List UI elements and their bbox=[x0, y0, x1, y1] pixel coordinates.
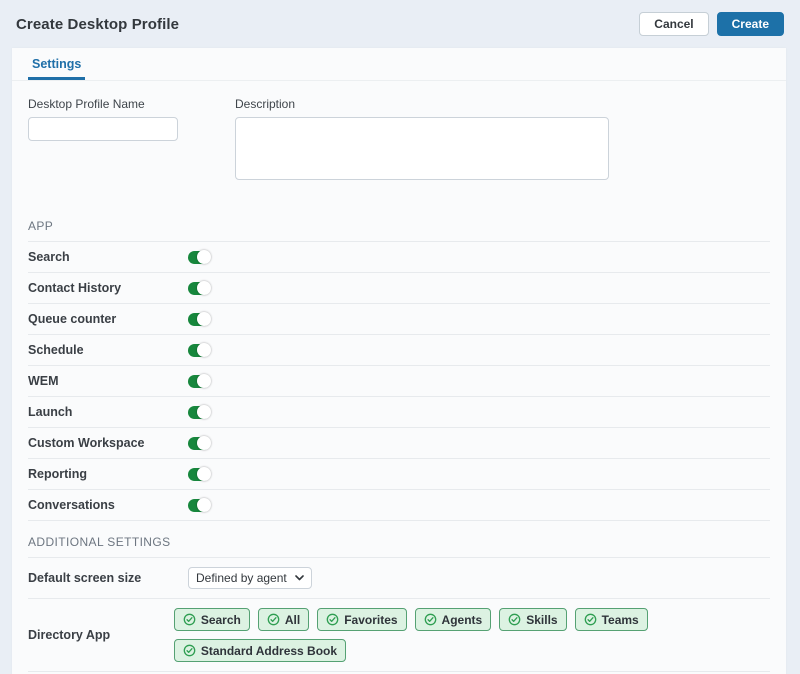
check-circle-icon bbox=[183, 613, 196, 626]
toggle-row-launch: Launch bbox=[28, 397, 770, 428]
check-circle-icon bbox=[267, 613, 280, 626]
custom-workspace-toggle[interactable] bbox=[188, 437, 210, 450]
additional-settings-header: ADDITIONAL SETTINGS bbox=[28, 523, 770, 558]
directory-app-chips: Search All Favorites Agents Skills Teams… bbox=[174, 608, 770, 662]
chip-directory-agents[interactable]: Agents bbox=[415, 608, 492, 631]
chip-directory-all[interactable]: All bbox=[258, 608, 309, 631]
directory-app-row: Directory App Search All Favorites Agent… bbox=[28, 599, 770, 672]
toggle-label-queue-counter: Queue counter bbox=[28, 312, 188, 326]
toggle-knob bbox=[197, 343, 211, 357]
desktop-profile-name-input[interactable] bbox=[28, 117, 178, 141]
check-circle-icon bbox=[584, 613, 597, 626]
reporting-toggle[interactable] bbox=[188, 468, 210, 481]
toggle-row-reporting: Reporting bbox=[28, 459, 770, 490]
toggle-row-schedule: Schedule bbox=[28, 335, 770, 366]
card-content: Desktop Profile Name Description APP Sea… bbox=[12, 81, 786, 674]
check-circle-icon bbox=[183, 644, 196, 657]
app-section-header: APP bbox=[28, 219, 770, 242]
chip-label: Agents bbox=[442, 613, 483, 627]
toggle-row-conversations: Conversations bbox=[28, 490, 770, 521]
main-card: Settings Desktop Profile Name Descriptio… bbox=[12, 48, 786, 674]
chip-directory-teams[interactable]: Teams bbox=[575, 608, 648, 631]
page-header: Create Desktop Profile Cancel Create bbox=[0, 0, 800, 48]
description-field-group: Description bbox=[235, 97, 609, 185]
chip-directory-standard-address-book[interactable]: Standard Address Book bbox=[174, 639, 346, 662]
form-row: Desktop Profile Name Description bbox=[28, 97, 770, 185]
toggle-label-custom-workspace: Custom Workspace bbox=[28, 436, 188, 450]
toggle-knob bbox=[197, 498, 211, 512]
chip-label: Favorites bbox=[344, 613, 397, 627]
screen-size-label: Default screen size bbox=[28, 571, 188, 585]
check-circle-icon bbox=[508, 613, 521, 626]
tab-bar: Settings bbox=[12, 48, 786, 81]
toggle-row-custom-workspace: Custom Workspace bbox=[28, 428, 770, 459]
toggle-row-search: Search bbox=[28, 242, 770, 273]
directory-app-label: Directory App bbox=[28, 628, 174, 642]
screen-size-selected-value: Defined by agent bbox=[196, 571, 287, 585]
cancel-button[interactable]: Cancel bbox=[639, 12, 708, 36]
chevron-down-icon bbox=[295, 575, 304, 581]
toggle-label-reporting: Reporting bbox=[28, 467, 188, 481]
chip-directory-skills[interactable]: Skills bbox=[499, 608, 566, 631]
name-field-label: Desktop Profile Name bbox=[28, 97, 178, 111]
check-circle-icon bbox=[424, 613, 437, 626]
toggle-knob bbox=[197, 467, 211, 481]
toggle-label-search: Search bbox=[28, 250, 188, 264]
description-field-label: Description bbox=[235, 97, 609, 111]
chip-label: Teams bbox=[602, 613, 639, 627]
toggle-row-queue-counter: Queue counter bbox=[28, 304, 770, 335]
tab-settings[interactable]: Settings bbox=[28, 48, 85, 80]
toggle-row-wem: WEM bbox=[28, 366, 770, 397]
queue-counter-toggle[interactable] bbox=[188, 313, 210, 326]
toggle-knob bbox=[197, 312, 211, 326]
chip-directory-favorites[interactable]: Favorites bbox=[317, 608, 406, 631]
schedule-toggle[interactable] bbox=[188, 344, 210, 357]
create-button[interactable]: Create bbox=[717, 12, 784, 36]
toggle-label-wem: WEM bbox=[28, 374, 188, 388]
contact-history-toggle[interactable] bbox=[188, 282, 210, 295]
toggle-knob bbox=[197, 405, 211, 419]
toggle-label-contact-history: Contact History bbox=[28, 281, 188, 295]
toggle-label-conversations: Conversations bbox=[28, 498, 188, 512]
wem-toggle[interactable] bbox=[188, 375, 210, 388]
page-title: Create Desktop Profile bbox=[16, 16, 179, 33]
toggle-knob bbox=[197, 281, 211, 295]
toggle-row-contact-history: Contact History bbox=[28, 273, 770, 304]
conversations-toggle[interactable] bbox=[188, 499, 210, 512]
toggle-knob bbox=[197, 374, 211, 388]
chip-label: Skills bbox=[526, 613, 557, 627]
toggle-knob bbox=[197, 436, 211, 450]
chip-label: Standard Address Book bbox=[201, 644, 337, 658]
header-actions: Cancel Create bbox=[639, 12, 784, 36]
screen-size-select[interactable]: Defined by agent bbox=[188, 567, 312, 589]
name-field-group: Desktop Profile Name bbox=[28, 97, 178, 185]
description-textarea[interactable] bbox=[235, 117, 609, 180]
chip-directory-search[interactable]: Search bbox=[174, 608, 250, 631]
chip-label: All bbox=[285, 613, 300, 627]
screen-size-row: Default screen size Defined by agent bbox=[28, 558, 770, 599]
toggle-knob bbox=[197, 250, 211, 264]
chip-label: Search bbox=[201, 613, 241, 627]
search-toggle[interactable] bbox=[188, 251, 210, 264]
launch-toggle[interactable] bbox=[188, 406, 210, 419]
toggle-label-schedule: Schedule bbox=[28, 343, 188, 357]
check-circle-icon bbox=[326, 613, 339, 626]
toggle-label-launch: Launch bbox=[28, 405, 188, 419]
